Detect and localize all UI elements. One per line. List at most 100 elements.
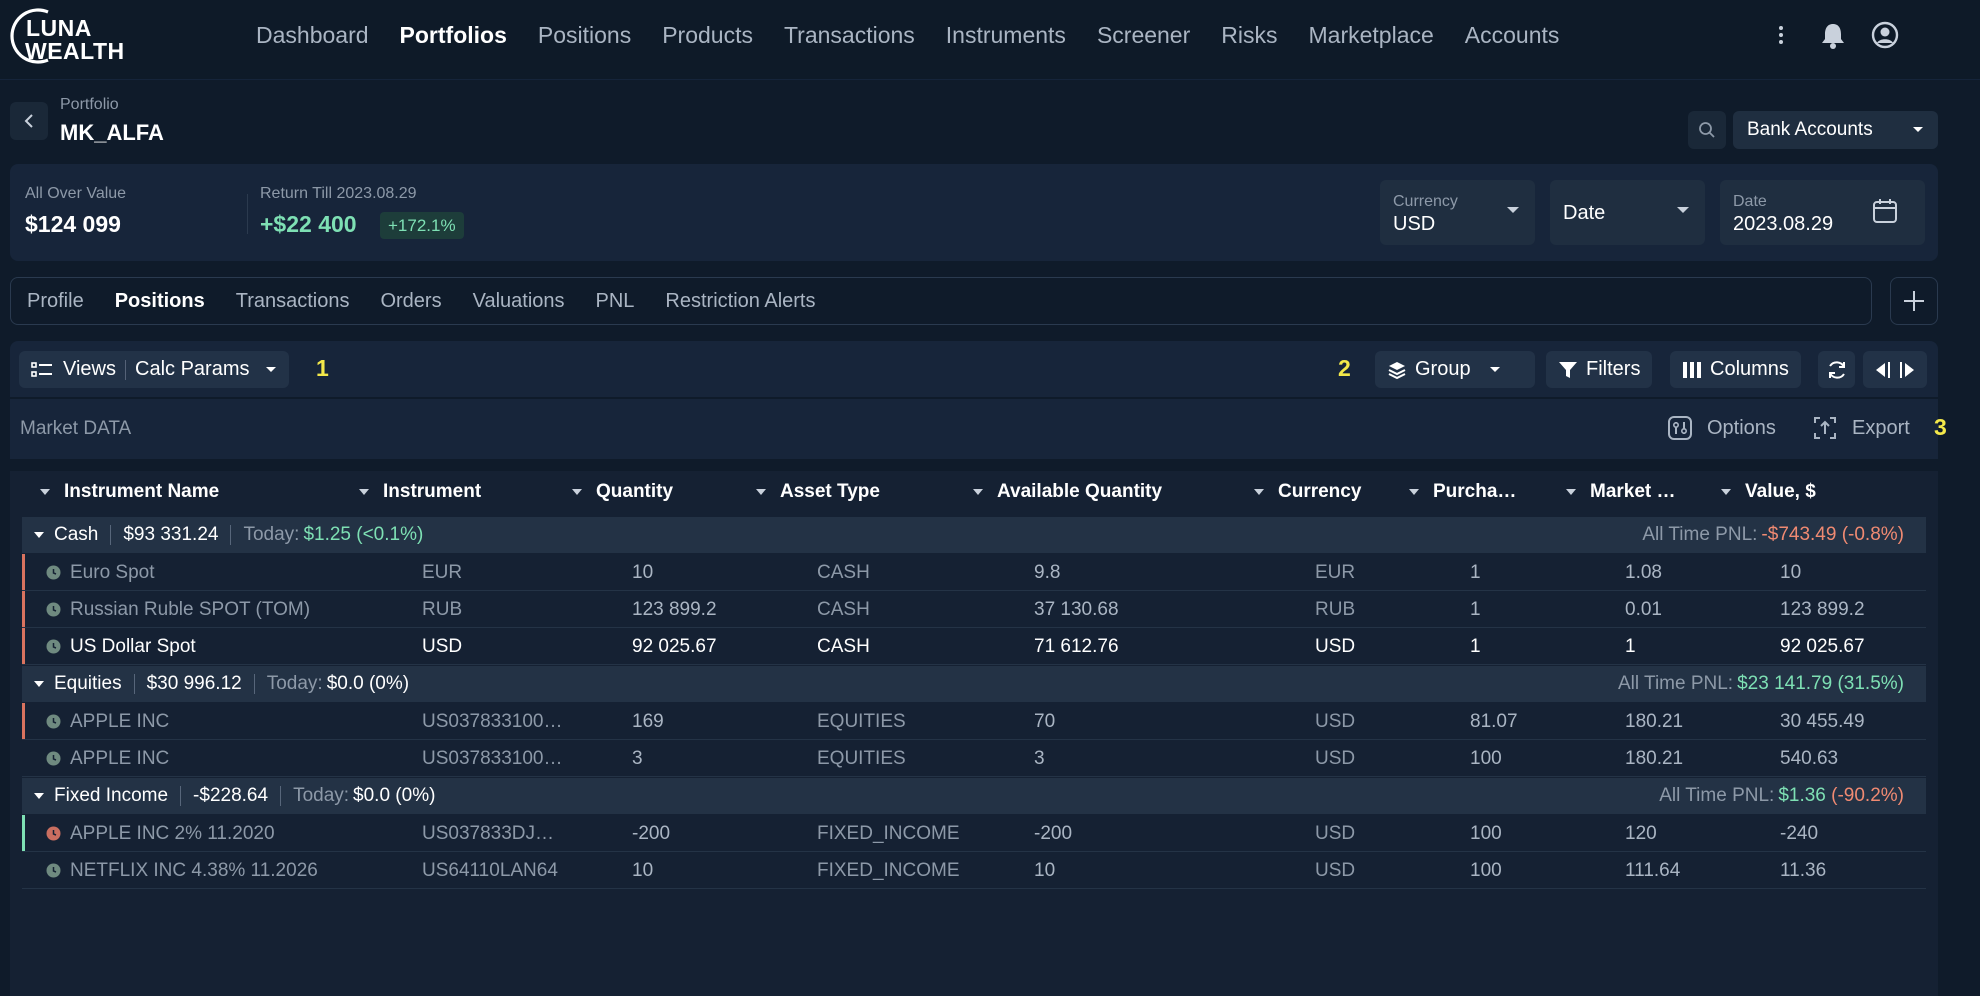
column-header-instrument-name[interactable]: Instrument Name	[40, 481, 219, 503]
views-calc-params-button[interactable]: Views Calc Params	[19, 351, 290, 388]
luna-wealth-logo[interactable]: LUNA WEALTH	[8, 6, 124, 68]
tab-orders[interactable]: Orders	[380, 290, 441, 313]
nav-item-positions[interactable]: Positions	[538, 22, 631, 49]
export-button[interactable]: Export	[1812, 415, 1910, 441]
sort-caret-icon[interactable]	[1721, 489, 1731, 495]
annotation-marker-2: 2	[1338, 355, 1351, 381]
currency-label: Currency	[1393, 193, 1458, 210]
bell-icon[interactable]	[1818, 20, 1848, 50]
nav-item-transactions[interactable]: Transactions	[784, 22, 915, 49]
row-indicator-bar	[22, 740, 25, 776]
column-header-currency[interactable]: Currency	[1254, 481, 1361, 503]
sort-caret-icon[interactable]	[572, 489, 582, 495]
group-button[interactable]: Group	[1375, 351, 1535, 388]
tab-positions[interactable]: Positions	[115, 290, 205, 313]
tab-valuations[interactable]: Valuations	[473, 290, 565, 313]
chevron-down-icon[interactable]	[34, 681, 44, 687]
table-row[interactable]: APPLE INC US037833100… 3 EQUITIES 3 USD 100 180…	[22, 740, 1926, 777]
options-icon	[1668, 416, 1692, 440]
clock-status-icon	[46, 602, 61, 617]
nav-item-dashboard[interactable]: Dashboard	[256, 22, 369, 49]
column-header-label: Currency	[1278, 481, 1362, 502]
sort-caret-icon[interactable]	[1566, 489, 1576, 495]
sort-caret-icon[interactable]	[1254, 489, 1264, 495]
options-button[interactable]: Options	[1667, 415, 1776, 441]
cell-purchase: 1	[1470, 562, 1481, 583]
tab-pnl[interactable]: PNL	[596, 290, 635, 313]
column-header-asset-type[interactable]: Asset Type	[756, 481, 880, 503]
breadcrumb[interactable]: Portfolio	[60, 96, 119, 114]
search-button[interactable]	[1688, 111, 1726, 149]
group-separator	[110, 525, 112, 545]
table-row[interactable]: US Dollar Spot USD 92 025.67 CASH 71 612.76 U…	[22, 628, 1926, 665]
cell-market: 1	[1625, 636, 1636, 657]
nav-item-accounts[interactable]: Accounts	[1465, 22, 1560, 49]
add-tab-button[interactable]	[1890, 277, 1938, 325]
nav-item-portfolios[interactable]: Portfolios	[400, 22, 507, 49]
group-row-equities[interactable]: Equities $30 996.12 Today: $0.0 (0%) All Tim…	[22, 666, 1926, 702]
group-row-cash[interactable]: Cash $93 331.24 Today: $1.25 (<0.1%) All Tim…	[22, 517, 1926, 553]
column-header-market[interactable]: Market …	[1566, 481, 1676, 503]
chevron-down-icon	[1507, 207, 1519, 213]
table-row[interactable]: Russian Ruble SPOT (TOM) RUB 123 899.2 CASH…	[22, 591, 1926, 628]
refresh-button[interactable]	[1818, 351, 1855, 388]
sort-caret-icon[interactable]	[40, 489, 50, 495]
collapse-expand-button[interactable]	[1863, 351, 1927, 388]
cell-quantity: 3	[632, 748, 643, 769]
cell-instrument: US037833DJ…	[422, 823, 555, 844]
pnl-percent: (-90.2%)	[1831, 785, 1904, 806]
table-row[interactable]: APPLE INC US037833100… 169 EQUITIES 70 USD 81.…	[22, 703, 1926, 740]
currency-select[interactable]: Currency USD	[1380, 180, 1535, 245]
tab-transactions[interactable]: Transactions	[236, 290, 350, 313]
table-row[interactable]: NETFLIX INC 4.38% 11.2026 US64110LAN64 10 F…	[22, 852, 1926, 889]
pnl-value: -$743.49 (-0.8%)	[1761, 524, 1904, 545]
bank-accounts-select[interactable]: Bank Accounts	[1733, 111, 1938, 149]
portfolio-summary: All Over Value $124 099 Return Till 2023…	[10, 164, 1938, 261]
clock-status-icon	[46, 639, 61, 654]
group-separator	[230, 525, 232, 545]
cell-instrument: USD	[422, 636, 463, 657]
date-picker[interactable]: Date 2023.08.29	[1720, 180, 1925, 245]
nav-item-instruments[interactable]: Instruments	[946, 22, 1066, 49]
views-separator	[125, 359, 126, 380]
row-indicator-bar	[22, 628, 25, 664]
pnl-label: All Time PNL:	[1618, 673, 1734, 694]
date-mode-select[interactable]: Date	[1550, 180, 1705, 245]
cell-instrument-name: APPLE INC 2% 11.2020	[70, 823, 275, 844]
back-button[interactable]	[10, 102, 48, 140]
chevron-down-icon[interactable]	[34, 532, 44, 538]
tab-restriction-alerts[interactable]: Restriction Alerts	[665, 290, 815, 313]
tab-profile[interactable]: Profile	[27, 290, 84, 313]
column-header-quantity[interactable]: Quantity	[572, 481, 673, 503]
calendar-icon[interactable]	[1872, 198, 1898, 224]
column-header-value[interactable]: Value, $	[1721, 481, 1816, 503]
group-row-fixed-income[interactable]: Fixed Income -$228.64 Today: $0.0 (0%) All T…	[22, 778, 1926, 814]
table-row[interactable]: Euro Spot EUR 10 CASH 9.8 EUR 1 1.08 10	[22, 554, 1926, 591]
filters-button[interactable]: Filters	[1546, 351, 1653, 388]
cell-market: 180.21	[1625, 748, 1684, 769]
chevron-down-icon[interactable]	[34, 793, 44, 799]
nav-item-products[interactable]: Products	[662, 22, 753, 49]
column-header-purchase[interactable]: Purcha…	[1409, 481, 1516, 503]
cell-market: 180.21	[1625, 711, 1684, 732]
nav-item-risks[interactable]: Risks	[1221, 22, 1277, 49]
group-name: Cash	[54, 524, 99, 545]
sort-caret-icon[interactable]	[359, 489, 369, 495]
table-row[interactable]: APPLE INC 2% 11.2020 US037833DJ… -200 FIXED…	[22, 815, 1926, 852]
sort-caret-icon[interactable]	[1409, 489, 1419, 495]
cell-asset-type: CASH	[817, 599, 870, 620]
more-vertical-icon[interactable]	[1766, 20, 1796, 50]
row-indicator-bar	[22, 815, 25, 851]
user-circle-icon[interactable]	[1870, 20, 1900, 50]
column-header-instrument[interactable]: Instrument	[359, 481, 481, 503]
cell-value: 30 455.49	[1780, 711, 1865, 732]
nav-item-marketplace[interactable]: Marketplace	[1309, 22, 1434, 49]
row-indicator-bar	[22, 852, 25, 888]
column-header-available-quantity[interactable]: Available Quantity	[973, 481, 1162, 503]
sort-caret-icon[interactable]	[756, 489, 766, 495]
nav-item-screener[interactable]: Screener	[1097, 22, 1190, 49]
sort-caret-icon[interactable]	[973, 489, 983, 495]
columns-button[interactable]: Columns	[1670, 351, 1801, 388]
clock-status-icon	[46, 863, 61, 878]
cell-currency: RUB	[1315, 599, 1356, 620]
